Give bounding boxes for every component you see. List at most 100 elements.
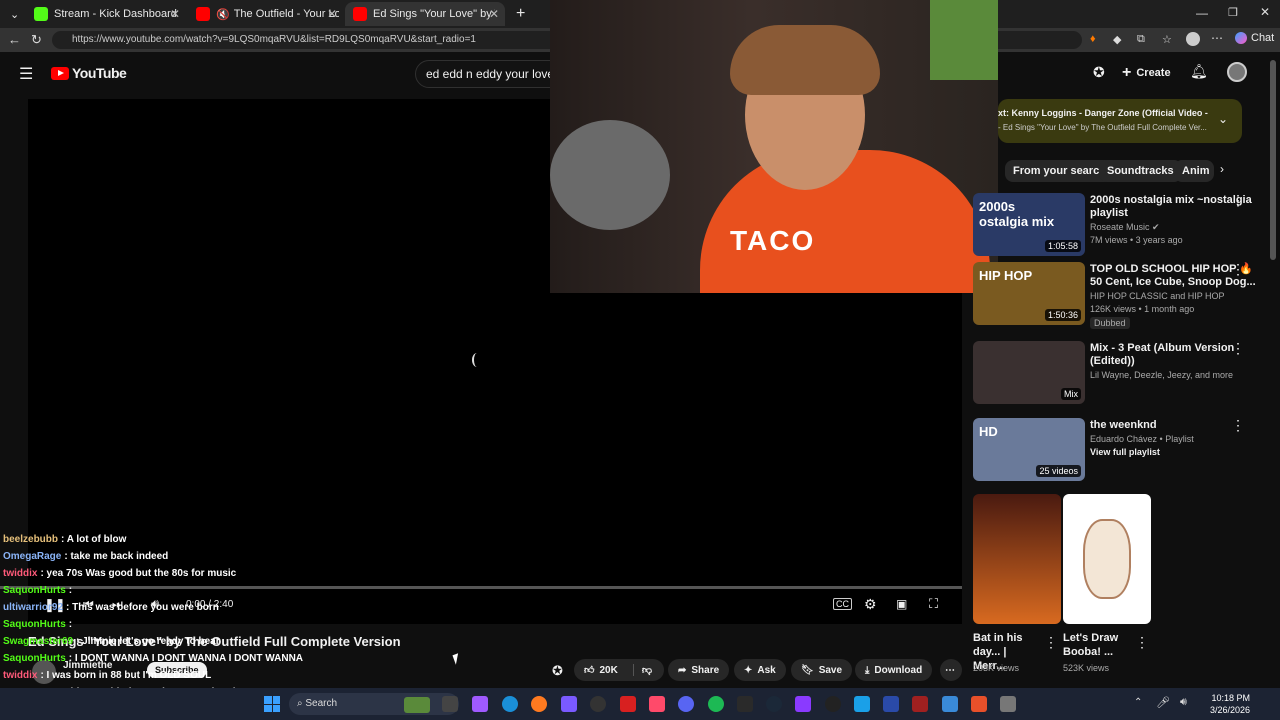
microphone-icon[interactable]: 🎤︎ (1156, 696, 1170, 709)
profile-avatar[interactable] (1186, 32, 1200, 46)
clock[interactable]: 10:18 PM 3/26/2026 (1210, 692, 1250, 716)
chevron-down-icon[interactable]: ⌄ (1218, 112, 1228, 126)
app-icon[interactable] (942, 696, 958, 712)
chat-username[interactable]: ultiwarrior92 (3, 602, 63, 613)
app-icon[interactable] (737, 696, 753, 712)
chip-from-your-search[interactable]: From your search (1005, 160, 1114, 182)
close-icon[interactable]: ✕ (170, 7, 180, 21)
more-vert-icon[interactable]: ⋮ (1231, 261, 1245, 278)
chat-username[interactable]: twiddix (3, 670, 37, 681)
close-window-icon[interactable]: ✕ (1260, 5, 1270, 19)
chat-username[interactable]: SaquonHurts (3, 585, 66, 596)
more-actions-button[interactable]: ⋯ (940, 659, 962, 681)
video-title[interactable]: the weenknd (1090, 419, 1157, 432)
spotify-icon[interactable] (708, 696, 724, 712)
video-thumbnail[interactable]: 2000s ostalgia mix 1:05:58 (973, 193, 1085, 256)
fullscreen-icon[interactable]: ⛶ (929, 596, 938, 612)
chip-soundtracks[interactable]: Soundtracks (1099, 160, 1182, 182)
video-title[interactable]: (Edited)) (1090, 355, 1135, 368)
chat-username[interactable]: SaquonHurts (3, 653, 66, 664)
task-view-icon[interactable] (442, 696, 458, 712)
video-thumbnail[interactable]: Mix (973, 341, 1085, 404)
app-icon[interactable] (795, 696, 811, 712)
discord-icon[interactable] (678, 696, 694, 712)
share-button[interactable]: ➦ Share (668, 659, 730, 681)
chat-username[interactable]: beelzebubb (3, 534, 58, 545)
obs-icon[interactable] (590, 696, 606, 712)
tab-outfield[interactable]: 🔇 The Outfield - Your Love (Offi ✕ (188, 2, 343, 26)
speaker-icon[interactable]: 🔊︎ (1180, 696, 1187, 709)
page-scrollbar[interactable] (1270, 60, 1276, 260)
refresh-icon[interactable]: ↻ (31, 32, 42, 48)
calculator-icon[interactable] (1000, 696, 1016, 712)
kick-clip-icon[interactable]: ✪ (552, 663, 563, 679)
edge-icon[interactable] (502, 696, 518, 712)
music-icon[interactable] (649, 696, 665, 712)
copilot-chat-button[interactable]: Chat (1235, 32, 1274, 45)
steam-icon[interactable] (766, 696, 782, 712)
maps-icon[interactable] (971, 696, 987, 712)
thumbs-down-icon[interactable]: 👎︎ (632, 664, 652, 676)
minimize-icon[interactable]: — (1196, 6, 1208, 20)
app-icon[interactable] (825, 696, 841, 712)
download-button[interactable]: ⤓ Download (855, 659, 933, 681)
close-icon[interactable]: ✕ (327, 7, 337, 21)
bell-icon[interactable]: 🔔︎ (1190, 63, 1208, 80)
short-thumbnail[interactable] (1063, 494, 1151, 624)
more-vert-icon[interactable]: ⋮ (1135, 634, 1149, 651)
firefox-icon[interactable] (531, 696, 547, 712)
close-icon[interactable]: ✕ (489, 7, 499, 21)
chat-username[interactable]: OmegaRage (3, 551, 61, 562)
miniplayer-icon[interactable]: ▣ (896, 597, 907, 611)
youtube-logo[interactable]: YouTube (51, 65, 127, 81)
playlist-queue-panel[interactable]: xt: Kenny Loggins - Danger Zone (Officia… (998, 99, 1242, 143)
extensions-icon[interactable]: ⧉ (1137, 33, 1145, 46)
new-tab-button[interactable]: + (508, 2, 528, 26)
tab-ed-sings[interactable]: Ed Sings "Your Love" by The Outfi ✕ (345, 2, 505, 26)
more-menu-icon[interactable]: ⋯ (1211, 31, 1223, 45)
hamburger-menu-icon[interactable]: ☰ (19, 64, 33, 84)
kick-extension-icon[interactable]: ✪ (1093, 64, 1105, 81)
video-title[interactable]: playlist (1090, 207, 1128, 220)
save-button[interactable]: 🔖︎ Save (791, 659, 853, 681)
ask-button[interactable]: ✦ Ask (734, 659, 786, 681)
chevron-right-icon[interactable]: › (1220, 162, 1224, 176)
video-title[interactable]: Mix - 3 Peat (Album Version (1090, 342, 1234, 355)
video-title[interactable]: TOP OLD SCHOOL HIP HOP 🔥 (1090, 263, 1253, 276)
video-thumbnail[interactable]: HIP HOP 1:50:36 (973, 262, 1085, 325)
progress-bar[interactable] (0, 586, 962, 589)
short-title[interactable]: Let's Draw Booba! ... (1063, 631, 1131, 659)
app-icon[interactable] (620, 696, 636, 712)
chip-anim[interactable]: Anim (1174, 160, 1214, 182)
app-icon[interactable] (854, 696, 870, 712)
back-icon[interactable]: ← (8, 32, 21, 47)
mute-icon[interactable]: 🔇 (216, 8, 230, 21)
windows-start-icon[interactable] (264, 696, 280, 712)
settings-gear-icon[interactable]: ⚙ (864, 596, 877, 613)
app-icon[interactable] (912, 696, 928, 712)
more-vert-icon[interactable]: ⋮ (1231, 417, 1245, 434)
extension-icon[interactable]: ◆ (1113, 33, 1121, 46)
app-icon[interactable] (561, 696, 577, 712)
extension-icon[interactable]: ♦ (1090, 33, 1096, 45)
widget-weather-icon[interactable] (404, 697, 430, 713)
taskbar-search[interactable]: ⌕ Search (289, 693, 459, 715)
thumbs-up-icon[interactable]: 👍︎ (584, 664, 594, 676)
more-vert-icon[interactable]: ⋮ (1044, 634, 1058, 651)
like-count[interactable]: 20K (599, 665, 617, 676)
short-thumbnail[interactable] (973, 494, 1061, 624)
tab-kick[interactable]: Stream - Kick Dashboard ✕ (26, 2, 186, 26)
copilot-app-icon[interactable] (472, 696, 488, 712)
more-vert-icon[interactable]: ⋮ (1231, 192, 1245, 209)
video-title[interactable]: 2000s nostalgia mix ~nostalgia (1090, 194, 1252, 207)
chat-username[interactable]: Swagmaster69 (3, 636, 73, 647)
create-button[interactable]: + Create (1122, 62, 1171, 84)
video-thumbnail[interactable]: HD 25 videos (973, 418, 1085, 481)
avatar[interactable] (1227, 62, 1247, 82)
tab-list-button[interactable]: ⌄ (2, 2, 24, 26)
captions-icon[interactable]: CC (833, 598, 852, 610)
more-vert-icon[interactable]: ⋮ (1231, 340, 1245, 357)
chat-username[interactable]: SaquonHurts (3, 619, 66, 630)
favorites-icon[interactable]: ☆ (1162, 33, 1172, 46)
maximize-icon[interactable]: ❐ (1228, 6, 1238, 19)
